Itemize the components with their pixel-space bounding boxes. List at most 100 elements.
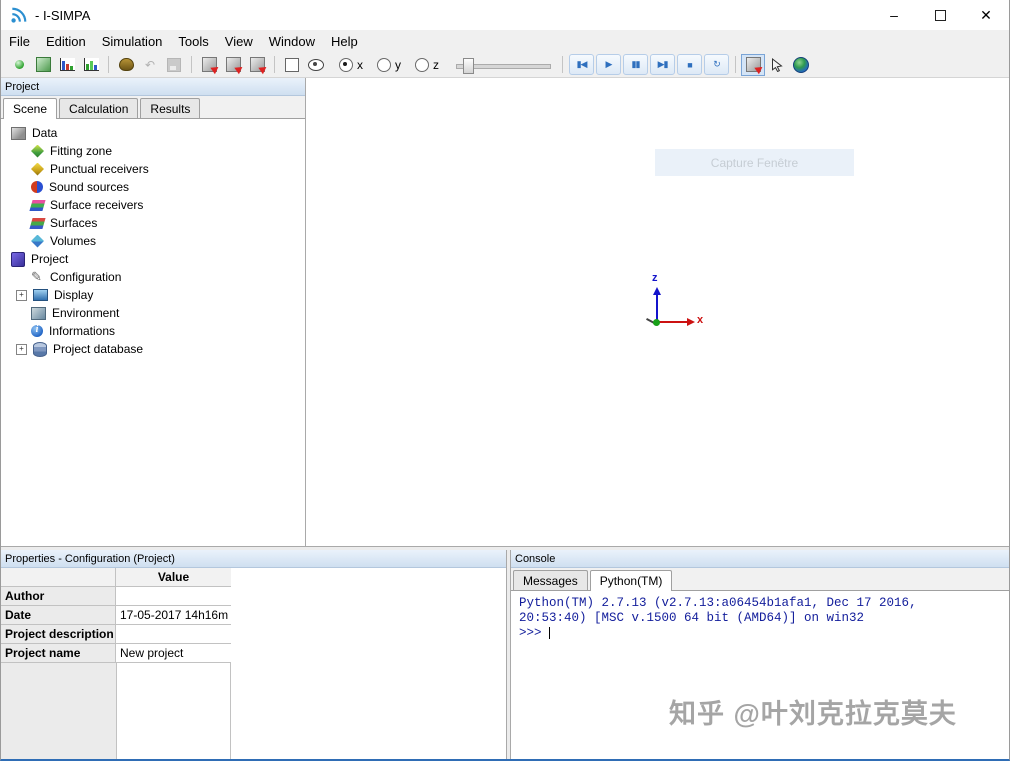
view-cube-button-1[interactable] [197, 54, 221, 76]
tree-item-label: Informations [49, 324, 116, 338]
globe-tool-button[interactable] [789, 54, 813, 76]
model-icon [118, 58, 134, 71]
viewport-3d[interactable]: Capture Fenêtre z x [306, 78, 1009, 546]
camera-mode-button[interactable] [741, 53, 765, 76]
tree-item-fitting-zone[interactable]: Fitting zone [1, 142, 305, 160]
chart-tool-button-2[interactable] [79, 54, 103, 76]
visibility-button[interactable] [304, 54, 328, 76]
menu-item-tools[interactable]: Tools [170, 32, 216, 51]
console-line: 20:53:40) [MSC v.1500 64 bit (AMD64)] on… [519, 611, 865, 625]
selection-box-button[interactable] [280, 54, 304, 76]
play-icon: ▶ [605, 59, 613, 69]
menu-item-simulation[interactable]: Simulation [94, 32, 171, 51]
expand-icon[interactable]: + [16, 289, 27, 301]
tree-item-surface-receivers[interactable]: Surface receivers [1, 196, 305, 214]
property-label: Date [1, 606, 116, 624]
tab-scene[interactable]: Scene [3, 98, 58, 119]
undo-button: ↶ [138, 54, 162, 76]
refresh-button[interactable]: ↻ [704, 54, 729, 75]
maximize-icon [934, 9, 946, 21]
stop-button[interactable]: ■ [677, 54, 702, 75]
axis-x-arrow [687, 318, 695, 326]
window-title: - I-SIMPA [35, 7, 91, 23]
tree-item-data[interactable]: Data [1, 124, 305, 142]
tab-python[interactable]: Python(TM) [589, 570, 673, 591]
view-cube-button-3[interactable] [245, 54, 269, 76]
tree-item-project-database[interactable]: + Project database [1, 340, 305, 358]
menu-item-help[interactable]: Help [323, 32, 366, 51]
tree-item-label: Sound sources [49, 180, 130, 194]
property-label: Project description [1, 625, 116, 643]
tree-item-surfaces[interactable]: Surfaces [1, 214, 305, 232]
pause-button[interactable]: ▮▮ [623, 54, 648, 75]
property-value[interactable] [116, 587, 231, 605]
property-value[interactable]: 17-05-2017 14h16m [116, 606, 231, 624]
tree-item-project[interactable]: Project [1, 250, 305, 268]
refresh-icon: ↻ [713, 59, 720, 69]
property-row-description: Project description [1, 625, 231, 644]
skip-start-button[interactable]: ▮◀ [569, 54, 594, 75]
green-sphere-icon [14, 60, 24, 69]
tree-item-informations[interactable]: Informations [1, 322, 305, 340]
minimize-button[interactable]: – [871, 0, 917, 30]
watermark: 知乎 @叶刘克拉克莫夫 [669, 699, 957, 729]
toolbar-separator [108, 56, 109, 73]
selection-box-icon [285, 57, 299, 72]
surfaces-icon [29, 217, 46, 229]
menu-item-window[interactable]: Window [261, 32, 323, 51]
radio-icon [339, 57, 353, 72]
properties-header-row: Value [1, 568, 231, 587]
maximize-button[interactable] [917, 0, 963, 30]
axis-z-radio[interactable]: z [415, 57, 439, 72]
menu-item-view[interactable]: View [217, 32, 261, 51]
tree-item-volumes[interactable]: Volumes [1, 232, 305, 250]
property-row-author: Author [1, 587, 231, 606]
tree-item-configuration[interactable]: Configuration [1, 268, 305, 286]
tab-results[interactable]: Results [140, 98, 201, 118]
tree-item-sound-sources[interactable]: Sound sources [1, 178, 305, 196]
close-button[interactable]: ✕ [963, 0, 1009, 30]
skip-start-icon: ▮◀ [576, 59, 588, 69]
radio-icon [415, 57, 429, 72]
tree-item-label: Punctual receivers [50, 162, 149, 176]
menu-item-edition[interactable]: Edition [38, 32, 94, 51]
pause-icon: ▮▮ [631, 59, 641, 69]
tab-messages[interactable]: Messages [513, 570, 588, 590]
tree-item-punctual-receivers[interactable]: Punctual receivers [1, 160, 305, 178]
sphere-tool-button[interactable] [7, 54, 31, 76]
main-area: Project Scene Calculation Results Data F… [1, 78, 1009, 546]
cube-arrow-icon [745, 57, 761, 72]
axis-y-radio[interactable]: y [377, 57, 401, 72]
axis-x-line [657, 321, 687, 323]
expand-icon[interactable]: + [16, 343, 27, 355]
tree-item-display[interactable]: + Display [1, 286, 305, 304]
property-label: Author [1, 587, 116, 605]
app-logo-icon [11, 7, 27, 23]
pointer-tool-button[interactable] [765, 54, 789, 76]
green-cube-icon [35, 57, 51, 72]
project-tabs: Scene Calculation Results [1, 96, 305, 119]
cursor-icon [772, 57, 783, 72]
configuration-icon [31, 269, 44, 285]
skip-end-button[interactable]: ▶▮ [650, 54, 675, 75]
menu-item-file[interactable]: File [1, 32, 38, 51]
tab-calculation[interactable]: Calculation [59, 98, 139, 118]
model-tool-button[interactable] [114, 54, 138, 76]
sound-sources-icon [31, 181, 43, 193]
slider-thumb[interactable] [463, 57, 474, 74]
properties-corner-cell [1, 568, 116, 586]
axis-x-radio[interactable]: x [339, 57, 363, 72]
console-line: Python(TM) 2.7.13 (v2.7.13:a06454b1afa1,… [519, 596, 917, 610]
capture-window-button[interactable]: Capture Fenêtre [655, 149, 854, 176]
console-panel-header: Console [511, 550, 1009, 568]
play-button[interactable]: ▶ [596, 54, 621, 75]
chart-tool-button-1[interactable] [55, 54, 79, 76]
python-console-output[interactable]: Python(TM) 2.7.13 (v2.7.13:a06454b1afa1,… [511, 591, 1009, 759]
punctual-receivers-icon [31, 162, 44, 176]
property-value[interactable] [116, 625, 231, 643]
tree-item-environment[interactable]: Environment [1, 304, 305, 322]
plane-position-slider[interactable] [456, 56, 551, 74]
cube-tool-button[interactable] [31, 54, 55, 76]
property-value[interactable]: New project [116, 644, 231, 662]
view-cube-button-2[interactable] [221, 54, 245, 76]
